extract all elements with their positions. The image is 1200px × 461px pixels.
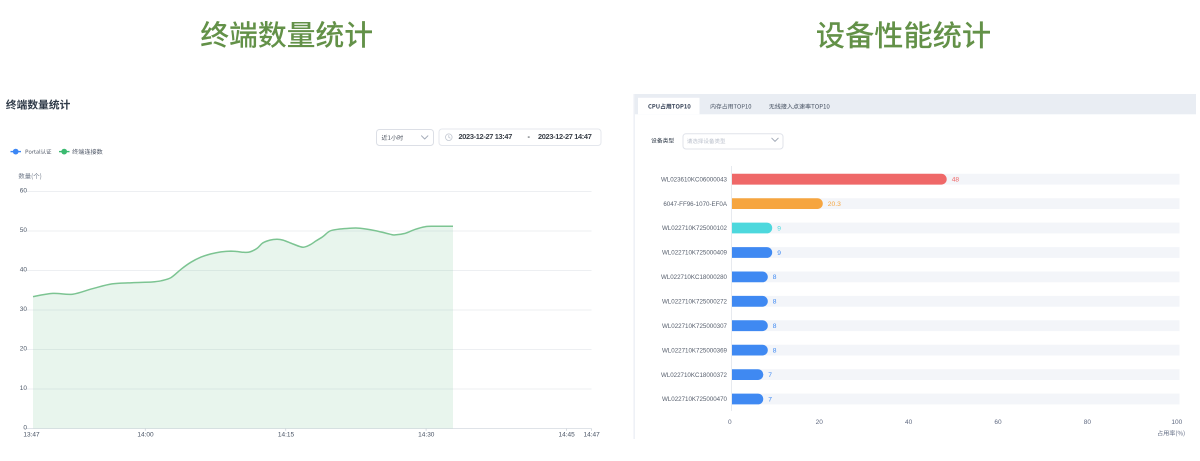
svg-text:10: 10 — [20, 385, 28, 392]
svg-text:2023-12-27 14:47: 2023-12-27 14:47 — [538, 132, 592, 141]
svg-text:9: 9 — [777, 225, 781, 232]
svg-text:48: 48 — [952, 177, 960, 184]
svg-text:50: 50 — [20, 227, 28, 234]
svg-text:8: 8 — [773, 299, 777, 306]
svg-text:30: 30 — [20, 306, 28, 313]
svg-text:20: 20 — [816, 419, 824, 426]
svg-text:WL022710K725000470: WL022710K725000470 — [662, 396, 728, 403]
svg-text:6047-FF96-1070-EF0A: 6047-FF96-1070-EF0A — [663, 201, 728, 208]
svg-text:100: 100 — [1171, 419, 1182, 426]
svg-text:8: 8 — [773, 347, 777, 354]
svg-text:40: 40 — [20, 267, 28, 274]
svg-text:0: 0 — [728, 419, 732, 426]
svg-text:14:30: 14:30 — [418, 432, 435, 439]
svg-text:WL022710KC18000372: WL022710KC18000372 — [661, 372, 728, 379]
svg-text:WL022710K725000102: WL022710K725000102 — [662, 225, 728, 232]
svg-text:WL023610KC06000043: WL023610KC06000043 — [661, 176, 728, 183]
svg-text:WL022710KC18000280: WL022710KC18000280 — [661, 274, 728, 281]
svg-text:9: 9 — [777, 250, 781, 257]
svg-text:8: 8 — [773, 274, 777, 281]
svg-text:14:00: 14:00 — [137, 432, 154, 439]
svg-text:WL022710K725000272: WL022710K725000272 — [662, 299, 728, 306]
svg-text:WL022710K725000409: WL022710K725000409 — [662, 250, 728, 257]
svg-text:60: 60 — [20, 188, 28, 195]
svg-text:14:47: 14:47 — [583, 432, 600, 439]
svg-text:80: 80 — [1084, 419, 1092, 426]
svg-text:8: 8 — [773, 323, 777, 330]
svg-text:20.3: 20.3 — [828, 201, 841, 208]
svg-text:40: 40 — [905, 419, 913, 426]
svg-text:2023-12-27 13:47: 2023-12-27 13:47 — [459, 132, 513, 141]
svg-text:20: 20 — [20, 346, 28, 353]
svg-text:14:15: 14:15 — [278, 432, 295, 439]
svg-text:WL022710K725000307: WL022710K725000307 — [662, 323, 728, 330]
svg-text:14:45: 14:45 — [558, 432, 575, 439]
svg-text:13:47: 13:47 — [23, 432, 40, 439]
svg-text:WL022710K725000369: WL022710K725000369 — [662, 347, 728, 354]
svg-text:7: 7 — [768, 396, 772, 403]
svg-text:7: 7 — [768, 372, 772, 379]
svg-text:60: 60 — [994, 419, 1002, 426]
